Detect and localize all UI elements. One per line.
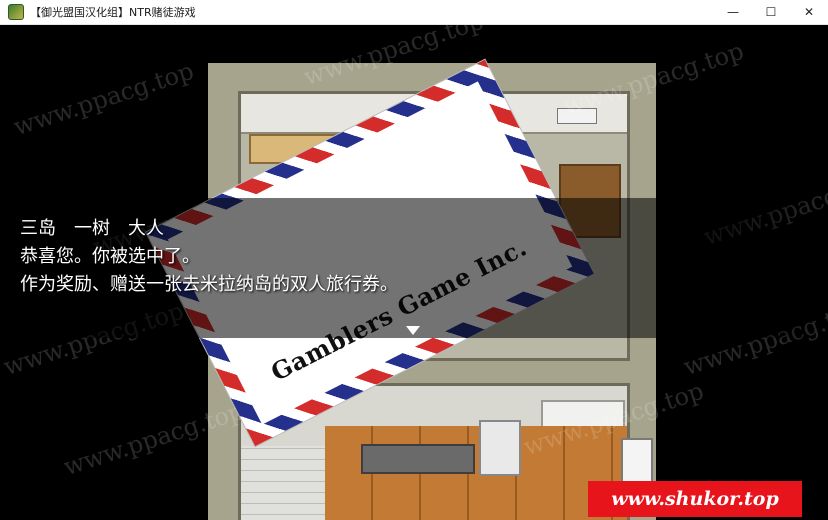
title-bar: 【御光盟国汉化组】NTR赌徒游戏 — ☐ ✕ (0, 0, 828, 25)
air-conditioner (557, 108, 597, 124)
game-canvas[interactable]: www.ppacg.top www.ppacg.top www.ppacg.to… (0, 25, 828, 520)
stove (361, 444, 475, 474)
maximize-button[interactable]: ☐ (752, 0, 790, 24)
watermark: www.ppacg.top (10, 56, 198, 142)
message-line: 作为奖励、赠送一张去米拉纳岛的双人旅行券。 (20, 274, 398, 295)
message-window[interactable]: 三岛 一树 大人 恭喜您。你被选中了。 作为奖励、赠送一张去米拉纳岛的双人旅行券… (0, 198, 828, 338)
refrigerator (479, 420, 521, 476)
tile-floor (241, 446, 325, 520)
continue-arrow-icon[interactable] (406, 326, 420, 335)
speaker-name: 三岛 一树 大人 (20, 218, 164, 239)
message-line: 恭喜您。你被选中了。 (20, 246, 200, 267)
site-badge: www.shukor.top (588, 481, 802, 517)
site-badge-text: www.shukor.top (611, 488, 779, 510)
minimize-button[interactable]: — (714, 0, 752, 24)
app-icon (8, 4, 24, 20)
close-button[interactable]: ✕ (790, 0, 828, 24)
window-title: 【御光盟国汉化组】NTR赌徒游戏 (30, 6, 196, 19)
window-controls: — ☐ ✕ (714, 0, 828, 24)
